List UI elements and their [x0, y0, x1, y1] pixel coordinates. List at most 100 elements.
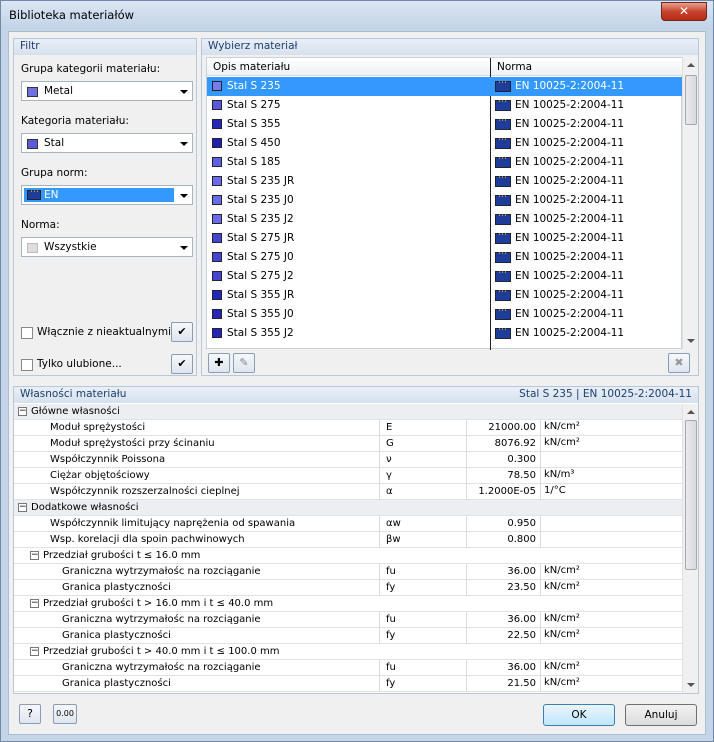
material-row[interactable]: Stal S 355 JR EN 10025-2:2004-11 [207, 286, 683, 305]
material-color-swatch [212, 233, 222, 243]
material-row[interactable]: Stal S 275 JR EN 10025-2:2004-11 [207, 229, 683, 248]
edit-material-button[interactable]: ✎ [233, 353, 255, 373]
property-value[interactable]: 22.50 [466, 630, 536, 641]
scroll-thumb[interactable] [685, 420, 697, 570]
grid-divider [540, 468, 541, 484]
property-row[interactable]: Ciężar objętościowy γ 78.50 kN/m³ [14, 468, 682, 484]
close-button[interactable]: ✕ [661, 2, 707, 21]
ok-button[interactable]: OK [543, 704, 615, 726]
property-name: Granica plastyczności [62, 678, 171, 689]
material-row[interactable]: Stal S 275 J2 EN 10025-2:2004-11 [207, 267, 683, 286]
property-row[interactable]: Granica plastyczności fy 21.50 kN/cm² [14, 676, 682, 692]
delete-material-button[interactable]: ✖ [668, 353, 690, 373]
property-name: Granica plastyczności [62, 630, 171, 641]
scroll-thumb[interactable] [685, 75, 697, 125]
property-row[interactable]: Wsp. korelacji dla spoin pachwinowych βw 0… [14, 532, 682, 548]
material-row[interactable]: Stal S 355 J2 EN 10025-2:2004-11 [207, 324, 683, 343]
property-row[interactable]: Graniczna wytrzymałośc na rozciąganie fu 3… [14, 612, 682, 628]
favorites-only-checkbox[interactable] [21, 359, 33, 371]
help-button[interactable]: ? [19, 704, 41, 724]
property-value[interactable]: 23.50 [466, 582, 536, 593]
property-row[interactable]: Graniczna wytrzymałośc na rozciąganie fu 3… [14, 660, 682, 676]
filter-panel: Filtr Grupa kategorii materiału: Metal K… [13, 38, 197, 376]
collapse-icon[interactable]: − [30, 599, 39, 608]
material-row[interactable]: Stal S 355 EN 10025-2:2004-11 [207, 115, 683, 134]
collapse-icon[interactable]: − [18, 503, 27, 512]
property-grid-scrollbar[interactable] [682, 404, 698, 693]
favorites-settings-button[interactable]: ✔ [171, 354, 193, 374]
material-name: Stal S 275 J2 [227, 270, 294, 282]
collapse-icon[interactable]: − [18, 407, 27, 416]
property-symbol: ν [386, 454, 392, 465]
property-name: Graniczna wytrzymałośc na rozciąganie [62, 614, 261, 625]
material-norm: EN 10025-2:2004-11 [515, 270, 625, 282]
units-button[interactable]: 0.00 [53, 704, 77, 724]
property-value[interactable]: 21000.00 [466, 422, 536, 433]
chevron-down-icon [180, 142, 188, 146]
scroll-down-icon[interactable] [687, 339, 695, 343]
material-category-value: Stal [44, 137, 65, 149]
property-value[interactable]: 78.50 [466, 470, 536, 481]
column-norm[interactable]: Norma [497, 61, 532, 73]
norm-label: Norma: [21, 219, 60, 231]
property-value[interactable]: 21.50 [466, 678, 536, 689]
metal-swatch [27, 87, 38, 97]
material-row[interactable]: Stal S 450 EN 10025-2:2004-11 [207, 134, 683, 153]
property-value[interactable]: 8076.92 [466, 438, 536, 449]
material-row[interactable]: Stal S 235 EN 10025-2:2004-11 [207, 77, 683, 96]
property-row[interactable]: Moduł sprężystości przy ścinaniu G 8076.92… [14, 436, 682, 452]
column-description[interactable]: Opis materiału [213, 61, 290, 73]
property-row[interactable]: Granica plastyczności fy 23.50 kN/cm² [14, 580, 682, 596]
scroll-down-icon[interactable] [687, 683, 695, 687]
material-row[interactable]: Stal S 355 J0 EN 10025-2:2004-11 [207, 305, 683, 324]
material-row[interactable]: Stal S 275 EN 10025-2:2004-11 [207, 96, 683, 115]
scroll-up-icon[interactable] [687, 410, 695, 414]
material-category-combo[interactable]: Stal [21, 133, 193, 153]
material-row[interactable]: Stal S 275 J0 EN 10025-2:2004-11 [207, 248, 683, 267]
scroll-up-icon[interactable] [687, 63, 695, 67]
property-value[interactable]: 0.300 [466, 454, 536, 465]
property-row[interactable]: Moduł sprężystości E 21000.00 kN/cm² [14, 420, 682, 436]
material-name: Stal S 355 JR [227, 289, 295, 301]
cancel-button[interactable]: Anuluj [625, 704, 697, 726]
material-color-swatch [212, 271, 222, 281]
material-row[interactable]: Stal S 235 J0 EN 10025-2:2004-11 [207, 191, 683, 210]
property-symbol: fu [386, 614, 396, 625]
include-outdated-checkbox[interactable] [21, 327, 33, 339]
property-symbol: fu [386, 662, 396, 673]
property-row[interactable]: Współczynnik limitujący naprężenia od sp… [14, 516, 682, 532]
collapse-icon[interactable]: − [30, 551, 39, 560]
property-group-row[interactable]: − Przedział grubości t ≤ 16.0 mm [14, 548, 682, 564]
material-row[interactable]: Stal S 235 JR EN 10025-2:2004-11 [207, 172, 683, 191]
property-value[interactable]: 36.00 [466, 614, 536, 625]
eu-flag-icon [495, 173, 511, 187]
material-name: Stal S 235 JR [227, 175, 295, 187]
include-outdated-settings-button[interactable]: ✔ [171, 322, 193, 342]
property-value[interactable]: 36.00 [466, 566, 536, 577]
property-group-row[interactable]: − Przedział grubości t > 16.0 mm i t ≤ 40… [14, 596, 682, 612]
property-row[interactable]: Współczynnik Poissona ν 0.300 [14, 452, 682, 468]
property-value[interactable]: 1.2000E-05 [466, 486, 536, 497]
property-group-row[interactable]: − Dodatkowe własności [14, 500, 682, 516]
material-list-scrollbar[interactable] [682, 57, 698, 349]
property-name: Przedział grubości t ≤ 16.0 mm [43, 550, 201, 561]
property-row[interactable]: Współczynnik rozszerzalności cieplnej α 1.… [14, 484, 682, 500]
property-group-row[interactable]: − Główne własności [14, 404, 682, 420]
property-value[interactable]: 0.950 [466, 518, 536, 529]
grid-divider [379, 532, 380, 548]
collapse-icon[interactable]: − [30, 647, 39, 656]
property-value[interactable]: 0.800 [466, 534, 536, 545]
new-material-button[interactable]: ✚ [208, 353, 230, 373]
property-row[interactable]: Granica plastyczności fy 22.50 kN/cm² [14, 628, 682, 644]
property-group-row[interactable]: − Przedział grubości t > 40.0 mm i t ≤ 10… [14, 644, 682, 660]
property-row[interactable]: Graniczna wytrzymałośc na rozciąganie fu 3… [14, 564, 682, 580]
material-name: Stal S 235 [227, 80, 281, 92]
grid-divider [379, 516, 380, 532]
norm-combo[interactable]: Wszystkie [21, 237, 193, 257]
material-group-combo[interactable]: Metal [21, 81, 193, 101]
material-row[interactable]: Stal S 185 EN 10025-2:2004-11 [207, 153, 683, 172]
property-value[interactable]: 36.00 [466, 662, 536, 673]
norm-group-combo[interactable]: EN [21, 185, 193, 205]
material-row[interactable]: Stal S 235 J2 EN 10025-2:2004-11 [207, 210, 683, 229]
dialog-client: Filtr Grupa kategorii materiału: Metal K… [8, 31, 706, 735]
